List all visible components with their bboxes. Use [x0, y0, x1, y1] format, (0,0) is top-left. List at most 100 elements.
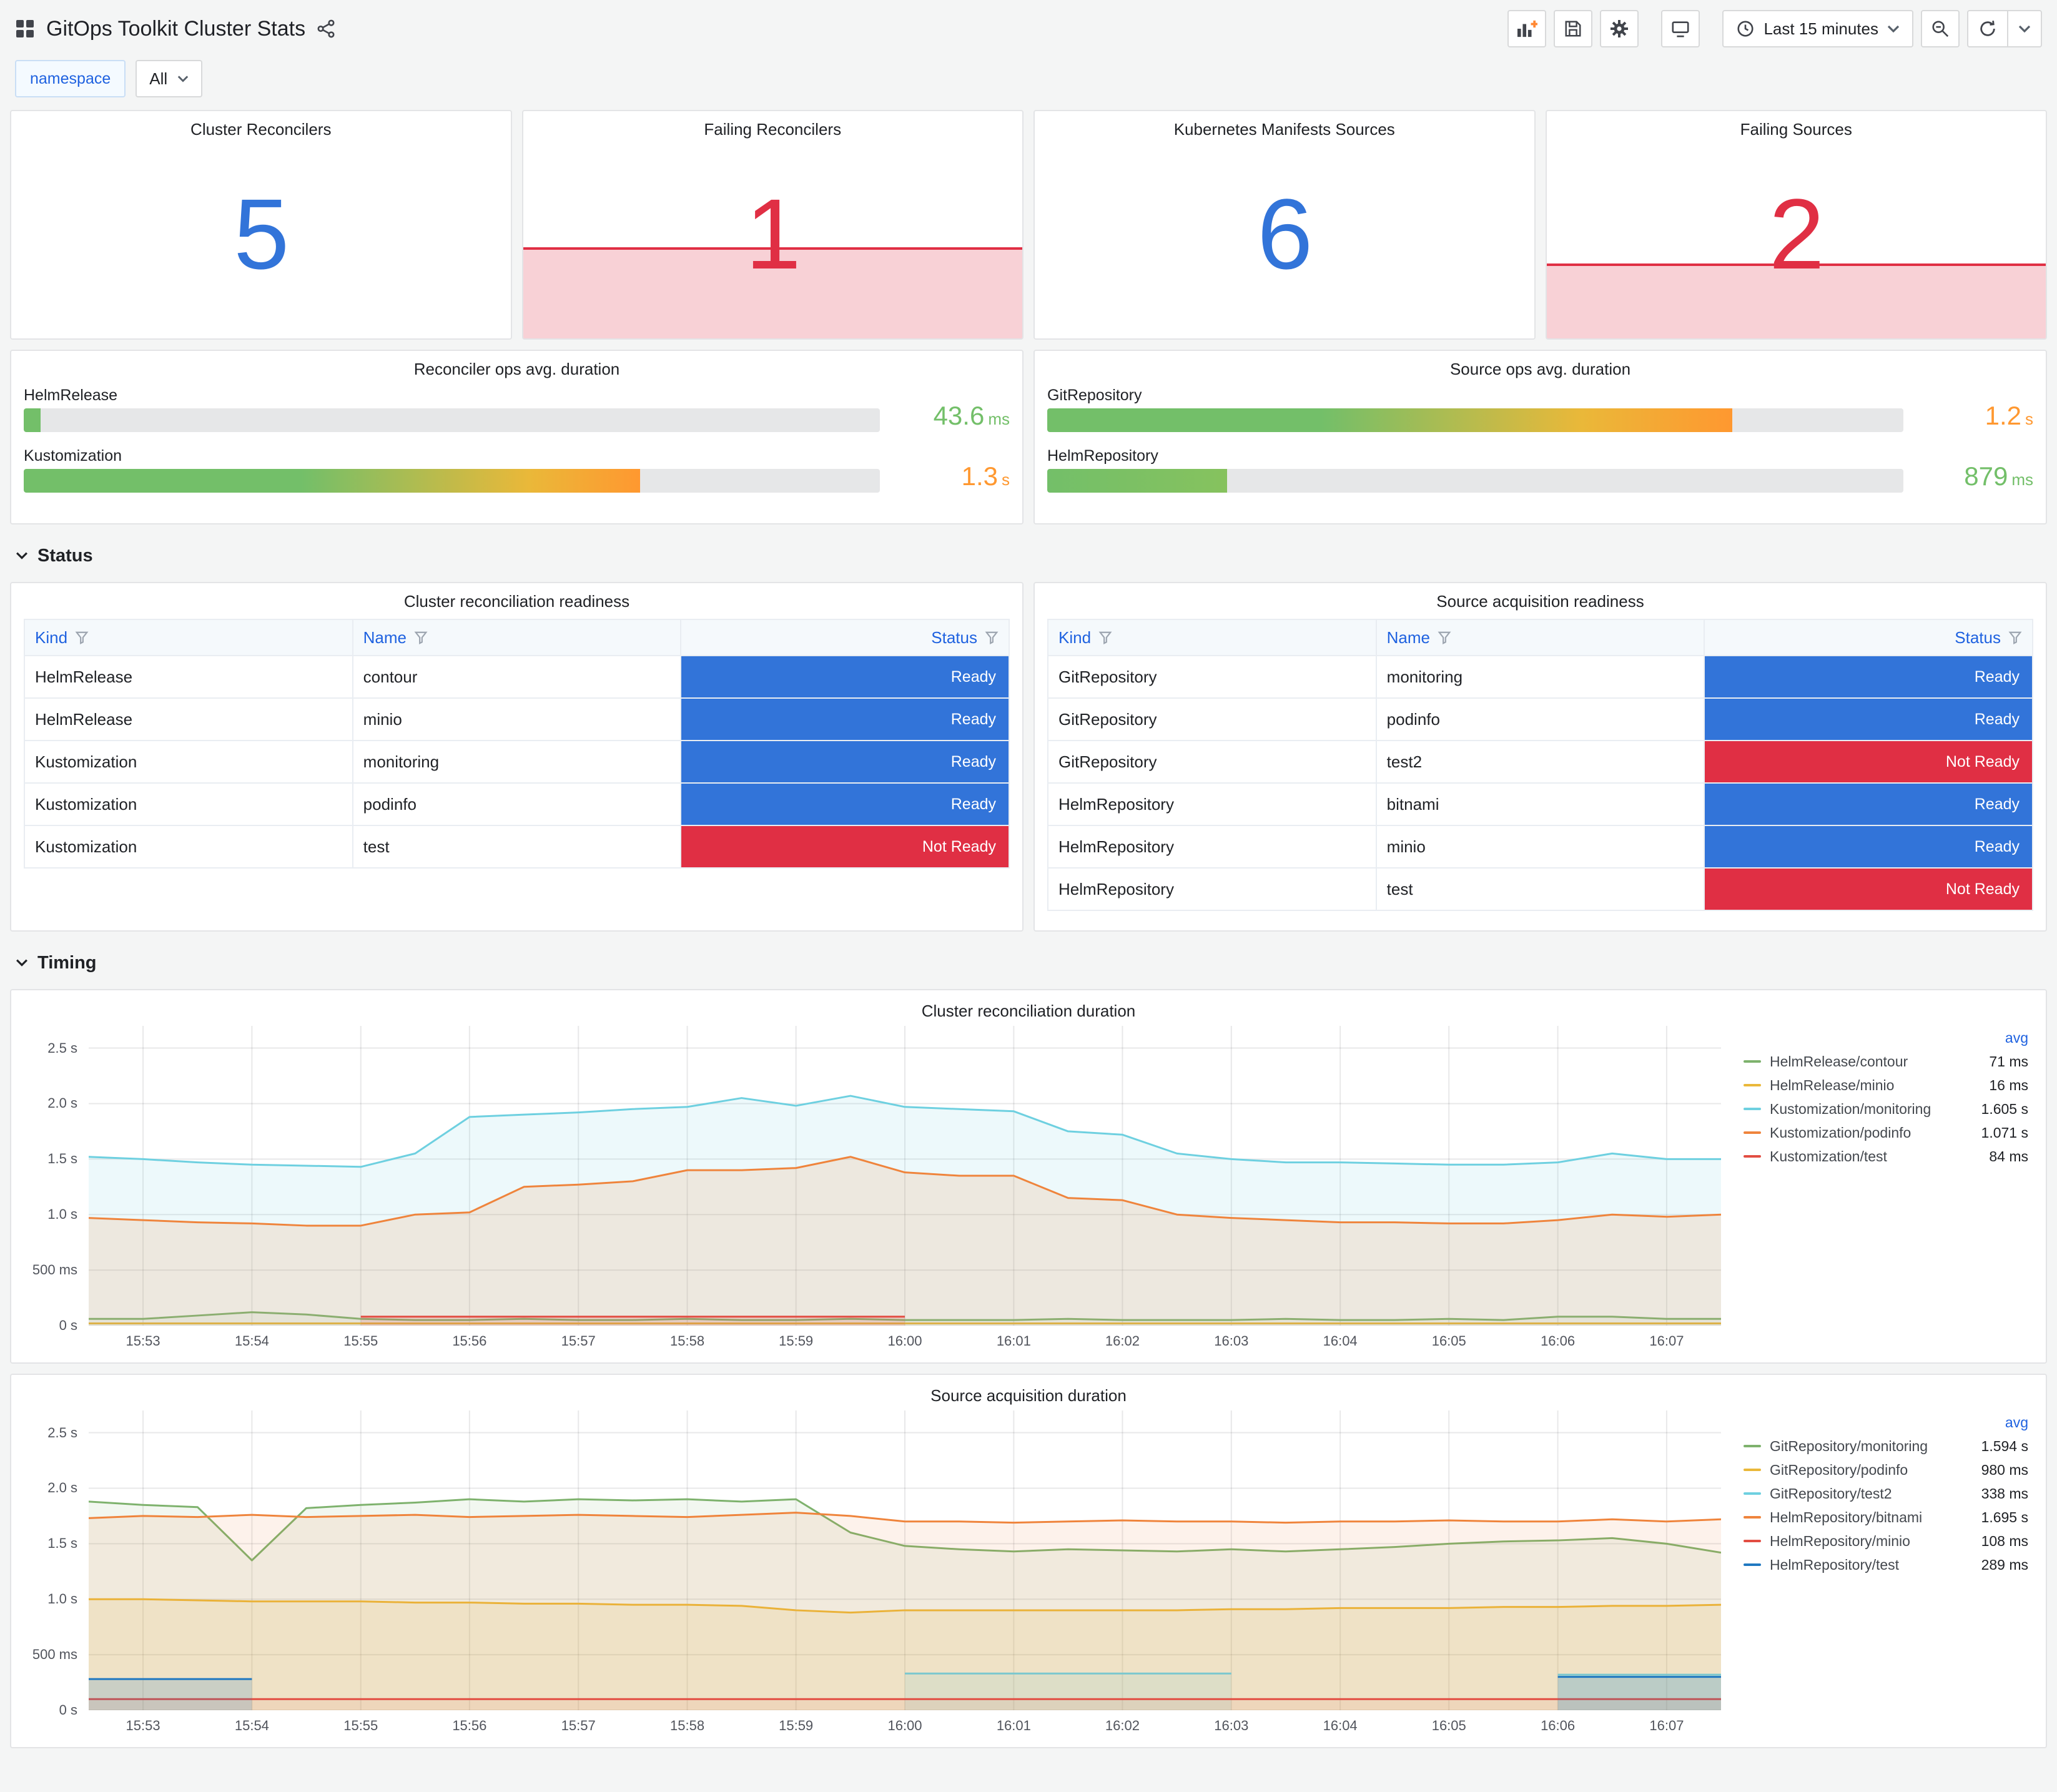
x-tick-label: 16:02	[1105, 1718, 1140, 1733]
gauges-row: Reconciler ops avg. duration HelmRelease 4…	[10, 350, 2047, 524]
stat-value: 1	[745, 177, 801, 290]
table-row: Kustomization test Not Ready	[24, 825, 1010, 869]
filter-icon[interactable]	[75, 631, 89, 644]
x-tick-label: 16:05	[1431, 1718, 1466, 1733]
cell-name: podinfo	[352, 782, 682, 826]
column-header-name[interactable]: Name	[1375, 619, 1705, 656]
legend-item[interactable]: GitRepository/podinfo 980 ms	[1744, 1458, 2028, 1482]
column-header-name[interactable]: Name	[352, 619, 682, 656]
bargauge-label: HelmRepository	[1047, 447, 1158, 465]
stat-panel-title[interactable]: Failing Sources	[1547, 111, 2046, 139]
y-tick-label: 1.5 s	[47, 1151, 77, 1167]
zoom-out-button[interactable]	[1921, 10, 1960, 47]
stat-value: 2	[1768, 177, 1825, 290]
legend-item[interactable]: GitRepository/monitoring 1.594 s	[1744, 1434, 2028, 1458]
table-panel-title[interactable]: Cluster reconciliation readiness	[11, 583, 1022, 611]
stats-row: Cluster Reconcilers 5 Failing Reconcilers 1…	[10, 110, 2047, 340]
stat-panel-title[interactable]: Failing Reconcilers	[523, 111, 1023, 139]
legend-item[interactable]: GitRepository/test2 338 ms	[1744, 1482, 2028, 1505]
add-panel-button[interactable]	[1507, 10, 1547, 47]
series-color-dash	[1744, 1060, 1761, 1063]
x-tick-label: 16:04	[1323, 1333, 1358, 1349]
legend-item[interactable]: HelmRelease/contour 71 ms	[1744, 1050, 2028, 1073]
stat-panel: Kubernetes Manifests Sources 6	[1033, 110, 1536, 340]
status-badge: Ready	[681, 741, 1009, 782]
time-range-picker[interactable]: Last 15 minutes	[1722, 10, 1913, 47]
x-tick-label: 16:02	[1105, 1333, 1140, 1349]
x-tick-label: 15:54	[234, 1333, 269, 1349]
table-panel: Cluster reconciliation readiness Kind Name…	[10, 582, 1024, 932]
filter-icon[interactable]	[1438, 631, 1451, 644]
section-row-timing[interactable]: Timing	[10, 942, 2047, 979]
filter-icon[interactable]	[414, 631, 428, 644]
bargauge-row: Kustomization 1.3 s	[24, 445, 1010, 493]
status-badge: Not Ready	[1705, 741, 2032, 782]
status-badge: Ready	[681, 699, 1009, 740]
legend-avg-header[interactable]: avg	[1966, 1414, 2028, 1431]
status-badge: Not Ready	[681, 826, 1009, 867]
x-tick-label: 16:06	[1541, 1718, 1576, 1733]
refresh-button[interactable]	[1967, 10, 2042, 47]
refresh-icon[interactable]	[1968, 11, 2007, 46]
legend-item[interactable]: Kustomization/monitoring 1.605 s	[1744, 1097, 2028, 1121]
filter-icon[interactable]	[985, 631, 999, 644]
table-panel-title[interactable]: Source acquisition readiness	[1035, 583, 2046, 611]
y-tick-label: 2.0 s	[47, 1480, 77, 1496]
variable-namespace-dropdown[interactable]: All	[136, 60, 203, 97]
x-tick-label: 15:53	[126, 1718, 160, 1733]
save-dashboard-button[interactable]	[1554, 10, 1593, 47]
timeseries-panel: Source acquisition duration 0 s 500 ms 1.0 …	[10, 1374, 2047, 1748]
y-axis: 0 s 500 ms 1.0 s 1.5 s 2.0 s 2.5 s	[21, 1410, 89, 1718]
column-header-kind[interactable]: Kind	[24, 619, 353, 656]
status-badge: Ready	[1705, 699, 2032, 740]
y-tick-label: 1.0 s	[47, 1591, 77, 1607]
stat-panel: Failing Sources 2	[1545, 110, 2047, 340]
column-header-status[interactable]: Status	[1704, 619, 2033, 656]
cell-kind: HelmRelease	[24, 697, 353, 741]
bargauge-fill	[24, 408, 41, 432]
status-badge: Not Ready	[1705, 869, 2032, 910]
stat-panel: Failing Reconcilers 1	[521, 110, 1024, 340]
chart-panel-title[interactable]: Cluster reconciliation duration	[21, 993, 2036, 1021]
section-row-status[interactable]: Status	[10, 534, 2047, 572]
x-tick-label: 15:57	[561, 1718, 596, 1733]
cell-name: minio	[352, 697, 682, 741]
apps-grid-icon[interactable]	[15, 19, 35, 39]
bargauge-value: 1.3 s	[961, 461, 1010, 491]
y-tick-label: 1.5 s	[47, 1535, 77, 1552]
x-tick-label: 16:06	[1541, 1333, 1576, 1349]
column-header-kind[interactable]: Kind	[1047, 619, 1377, 656]
plot-area	[89, 1410, 1721, 1710]
bargauge-panel: Source ops avg. duration GitRepository 1.2…	[1033, 350, 2047, 524]
status-badge: Ready	[1705, 826, 2032, 867]
filter-icon[interactable]	[1098, 631, 1112, 644]
table-row: HelmRelease contour Ready	[24, 655, 1010, 699]
legend-item[interactable]: Kustomization/test 84 ms	[1744, 1145, 2028, 1168]
legend-item[interactable]: HelmRepository/test 289 ms	[1744, 1553, 2028, 1577]
cell-kind: GitRepository	[1047, 697, 1377, 741]
clock-icon	[1737, 21, 1754, 37]
x-tick-label: 16:07	[1649, 1718, 1684, 1733]
bargauge-panel-title[interactable]: Source ops avg. duration	[1047, 351, 2033, 379]
tv-mode-button[interactable]	[1661, 10, 1700, 47]
filter-icon[interactable]	[2008, 631, 2022, 644]
bargauge-panel-title[interactable]: Reconciler ops avg. duration	[24, 351, 1010, 379]
stat-panel-title[interactable]: Kubernetes Manifests Sources	[1035, 111, 1534, 139]
share-icon[interactable]	[317, 19, 335, 38]
stat-panel-title[interactable]: Cluster Reconcilers	[11, 111, 511, 139]
legend-item[interactable]: HelmRelease/minio 16 ms	[1744, 1073, 2028, 1097]
x-tick-label: 15:54	[234, 1718, 269, 1733]
cell-name: bitnami	[1375, 782, 1705, 826]
x-tick-label: 16:00	[887, 1718, 922, 1733]
legend-item[interactable]: Kustomization/podinfo 1.071 s	[1744, 1121, 2028, 1145]
x-tick-label: 15:55	[343, 1718, 378, 1733]
column-header-status[interactable]: Status	[680, 619, 1010, 656]
dashboard-settings-button[interactable]	[1600, 10, 1639, 47]
legend-avg-header[interactable]: avg	[1966, 1030, 2028, 1046]
chart-panel-title[interactable]: Source acquisition duration	[21, 1377, 2036, 1406]
dashboard-header: GitOps Toolkit Cluster Stats Last 15 min…	[0, 0, 2057, 57]
refresh-interval-dropdown[interactable]	[2007, 11, 2041, 46]
legend-item[interactable]: HelmRepository/bitnami 1.695 s	[1744, 1505, 2028, 1529]
bargauge-fill	[1047, 469, 1227, 493]
legend-item[interactable]: HelmRepository/minio 108 ms	[1744, 1529, 2028, 1553]
